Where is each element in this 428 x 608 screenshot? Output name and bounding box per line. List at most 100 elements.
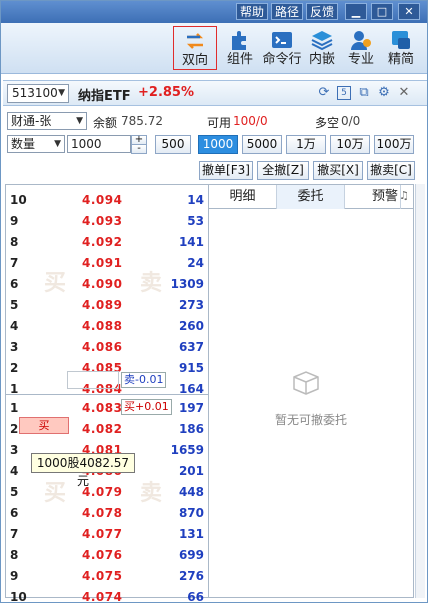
close-panel-icon[interactable]: ✕ — [397, 86, 411, 100]
balance-label: 余额 — [93, 116, 118, 130]
ask-row[interactable]: 10 4.094 14 — [6, 190, 208, 211]
quantity-type-select[interactable]: 数量 ▼ — [7, 135, 65, 153]
ask-level: 3 — [10, 340, 19, 354]
ask-volume: 53 — [187, 214, 204, 228]
embed-button[interactable]: 内嵌 — [304, 26, 340, 70]
preset-1000-button[interactable]: 1000 — [198, 135, 238, 154]
cancel-order-button[interactable]: 撤单[F3] — [199, 161, 253, 180]
bid-level: 1 — [10, 401, 19, 415]
buy-plus-badge[interactable]: 买+0.01 — [121, 399, 172, 415]
ask-price: 4.094 — [82, 193, 123, 207]
ask-volume: 273 — [178, 298, 204, 312]
bid-volume: 276 — [178, 569, 204, 583]
sell-minus-badge[interactable]: 卖-0.01 — [121, 372, 167, 388]
bid-row[interactable]: 10 4.074 66 — [6, 587, 208, 608]
bid-volume: 1659 — [170, 443, 204, 457]
bid-row[interactable]: 6 4.078 870 — [6, 503, 208, 524]
ask-volume: 260 — [178, 319, 204, 333]
cancel-buy-button[interactable]: 撤买[X] — [313, 161, 363, 180]
ask-level: 9 — [10, 214, 19, 228]
command-line-label: 命令行 — [262, 52, 302, 67]
bid-level: 8 — [10, 548, 19, 562]
bid-row[interactable]: 5 4.079 448 — [6, 482, 208, 503]
bid-row[interactable]: 7 4.077 131 — [6, 524, 208, 545]
component-label: 组件 — [226, 52, 253, 67]
bid-volume: 699 — [178, 548, 204, 562]
cancel-sell-button[interactable]: 撤卖[C] — [367, 161, 415, 180]
ask-row[interactable]: 8 4.092 141 — [6, 232, 208, 253]
cancel-all-button[interactable]: 全撤[Z] — [257, 161, 309, 180]
bell-icon[interactable]: ♫ — [399, 189, 409, 202]
bid-level: 4 — [10, 464, 19, 478]
ask-level: 6 — [10, 277, 19, 291]
ask-level: 10 — [10, 193, 27, 207]
ask-price: 4.093 — [82, 214, 123, 228]
security-code-select[interactable]: 513100 ▼ — [7, 84, 69, 103]
ask-volume: 1309 — [170, 277, 204, 291]
tab-orders[interactable]: 委托 — [277, 185, 345, 209]
chevron-down-icon: ▼ — [54, 139, 61, 149]
bid-level: 9 — [10, 569, 19, 583]
quick-buy-button[interactable]: 买 — [19, 417, 69, 434]
help-link[interactable]: 帮助 — [236, 3, 269, 20]
balance-value: 785.72 — [121, 114, 163, 128]
command-line-button[interactable]: 命令行 — [262, 26, 302, 70]
path-link[interactable]: 路径 — [271, 3, 304, 20]
maximize-icon[interactable]: □ — [371, 3, 393, 20]
tab-alert[interactable]: 预警 — [345, 185, 401, 209]
preset-100k-button[interactable]: 10万 — [330, 135, 370, 154]
preset-1m-button[interactable]: 100万 — [374, 135, 414, 154]
quantity-input[interactable]: 1000 — [67, 135, 131, 153]
ask-level: 4 — [10, 319, 19, 333]
account-select[interactable]: 财通-张 ▼ — [7, 112, 87, 130]
ask-row[interactable]: 6 4.090 1309 — [6, 274, 208, 295]
close-icon[interactable]: ✕ — [398, 3, 420, 20]
quantity-decrease-button[interactable]: - — [131, 144, 147, 154]
ask-price: 4.088 — [82, 319, 123, 333]
ask-volume: 24 — [187, 256, 204, 270]
quantity-row: 数量 ▼ 1000 + - 500 1000 5000 1万 10万 100万 — [5, 135, 425, 155]
bid-price: 4.076 — [82, 548, 123, 562]
security-code: 513100 — [12, 86, 58, 100]
ask-row[interactable]: 9 4.093 53 — [6, 211, 208, 232]
ask-row[interactable]: 4 4.088 260 — [6, 316, 208, 337]
longshort-value: 0/0 — [341, 114, 361, 128]
ask-row[interactable]: 7 4.091 24 — [6, 253, 208, 274]
swap-arrows-icon — [186, 33, 204, 49]
order-book: 买 卖 买 卖 10 4.094 14 9 4.093 53 8 4.092 141 7 4.091… — [5, 184, 209, 604]
bid-level: 10 — [10, 590, 27, 604]
feedback-link[interactable]: 反馈 — [306, 3, 339, 20]
ask-volume: 14 — [187, 193, 204, 207]
security-name: 纳指ETF — [78, 89, 131, 104]
scrollbar[interactable] — [415, 184, 425, 598]
toolbar: 双向 组件 命令行 内嵌 专业 精简 — [1, 23, 427, 74]
security-header: 513100 ▼ 纳指ETF +2.85% ⟳ 5 ⧉ ⚙ ✕ — [3, 80, 427, 106]
dual-direction-button[interactable]: 双向 — [173, 26, 217, 70]
ask-row[interactable]: 3 4.086 637 — [6, 337, 208, 358]
preset-500-button[interactable]: 500 — [155, 135, 191, 154]
simple-button[interactable]: 精简 — [383, 26, 419, 70]
bid-level: 3 — [10, 443, 19, 457]
bid-volume: 66 — [187, 590, 204, 604]
ask-level: 2 — [10, 361, 19, 375]
popout-icon[interactable]: ⧉ — [357, 86, 371, 100]
amount-tooltip: 1000股4082.57元 — [31, 453, 135, 488]
orders-tabs: 明细 委托 预警 ♫ — [209, 185, 413, 209]
window-icon — [392, 31, 410, 49]
bid-row[interactable]: 9 4.075 276 — [6, 566, 208, 587]
gear-icon[interactable]: ⚙ — [377, 86, 391, 100]
ask-level: 5 — [10, 298, 19, 312]
refresh-icon[interactable]: ⟳ — [317, 86, 331, 100]
minimize-icon[interactable]: ▁ — [345, 3, 367, 20]
preset-10k-button[interactable]: 1万 — [286, 135, 326, 154]
ask-row[interactable]: 5 4.089 273 — [6, 295, 208, 316]
bid-row[interactable]: 1 4.083 197 — [6, 398, 208, 419]
preset-5000-button[interactable]: 5000 — [242, 135, 282, 154]
available-label: 可用 — [207, 116, 232, 130]
pro-button[interactable]: 专业 — [343, 26, 379, 70]
bid-row[interactable]: 8 4.076 699 — [6, 545, 208, 566]
component-button[interactable]: 组件 — [220, 26, 260, 70]
tab-detail[interactable]: 明细 — [209, 185, 277, 209]
five-icon[interactable]: 5 — [337, 86, 351, 100]
account-type: 财通-张 — [11, 114, 52, 128]
